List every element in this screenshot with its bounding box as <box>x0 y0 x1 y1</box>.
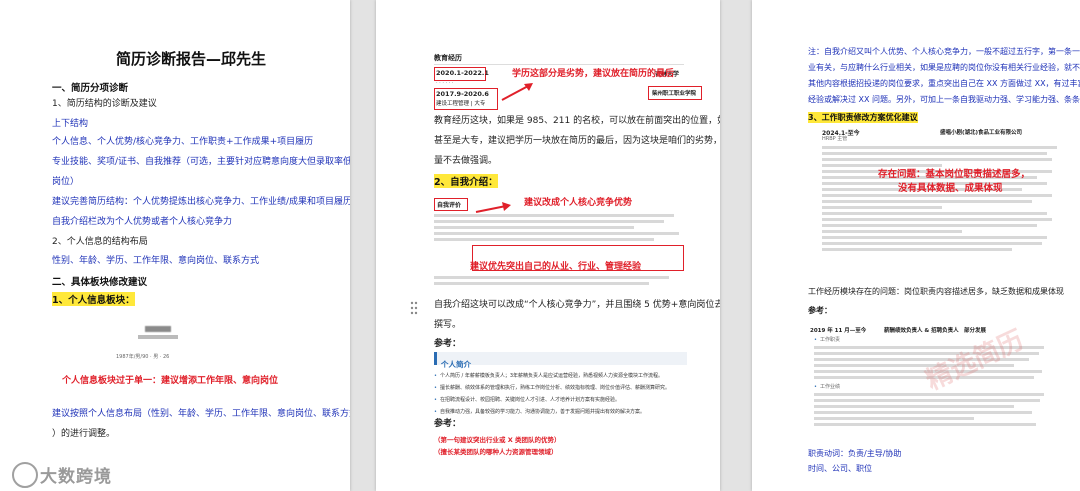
arrow-icon <box>501 83 533 101</box>
section-heading-2: 二、具体板块修改建议 <box>52 277 148 288</box>
problem-note-1: 存在问题：基本岗位职责描述居多， <box>878 169 1031 180</box>
edu2-major: 建设工程管理 | 大专 <box>436 101 486 107</box>
red-hint-2: （擅长某类团队的哪种人力资源管理领域） <box>434 448 558 456</box>
text-adjust-a: 建议按照个人信息布局（性别、年龄、学历、工作年限、意向岗位、联系方式 <box>52 408 350 420</box>
perf-title-text: 工作业绩 <box>814 384 840 390</box>
red-hint-1: （第一句建议突出行业或 X 类团队的优势） <box>434 436 561 444</box>
blurred-self-text-2 <box>434 276 684 288</box>
drag-handle-icon[interactable] <box>410 300 418 319</box>
text-top-down: 上下结构 <box>52 119 89 129</box>
note-line-a: 注：自我介绍又叫个人优势、个人核心竞争力，一般不超过五行字，第一条一定是和行 <box>808 47 1080 56</box>
duties-title: 工作职责 <box>814 337 840 344</box>
subheading-layout: 2、个人信息的结构布局 <box>52 237 148 247</box>
time-label: 时间、公司、职位 <box>808 464 872 473</box>
self-tag: 自我评价 <box>437 202 462 209</box>
red-note-edu: 学历这部分是劣势，建议放在简历的最后 <box>512 69 675 79</box>
problem-note-2: 没有具体数据、成果体现 <box>898 183 1003 194</box>
duty-verb-label: 职责动词：负责/主导/协助 <box>808 449 902 458</box>
profile-section-bar: 个人简介 <box>434 352 687 369</box>
blurred-self-text <box>434 214 684 244</box>
profile-bullet: 自我推动力强，具备较强的学习能力、沟通协调能力，善于发掘问题并提出有效的解决方案… <box>434 406 670 418</box>
job2-date: 2019 年 11 月—至今 <box>810 328 867 334</box>
section-heading-1: 一、简历分项诊断 <box>52 83 129 94</box>
document-page-1: 简历诊断报告—邱先生 一、简历分项诊断 1、简历结构的诊断及建议 上下结构 个人… <box>0 0 350 491</box>
text-structure-seq: 个人信息、个人优势/核心竞争力、工作职责+工作成果+项目履历 <box>52 137 314 147</box>
blurred-perf <box>814 393 1054 429</box>
avatar-block <box>136 326 180 356</box>
red-note-core: 建议改成个人核心竞争优势 <box>524 198 633 208</box>
profile-title: 个人简介 <box>441 360 471 369</box>
subheading-duties: 3、工作职责修改方案优化建议 <box>808 112 918 123</box>
ref-label-3: 参考： <box>808 306 832 315</box>
edu2-school: 柴州职工职业学院 <box>652 91 697 97</box>
job2-role: 薪酬绩效负责人 & 招聘负责人 <box>884 328 959 334</box>
profile-bullet: 擅长薪酬、绩效体系的管理和执行，熟练工作岗位分析、绩效指标梳理、岗位价值评估、薪… <box>434 382 670 394</box>
note-line-b: 业有关，与应聘什么行业相关，如果是应聘的岗位你没有相关行业经验，就不突出行业。 <box>808 63 1080 72</box>
para2-line2: 撰写。 <box>434 320 462 330</box>
redacted-name <box>145 326 171 332</box>
subheading-self-intro: 2、自我介绍： <box>434 174 498 188</box>
text-adjust-b: ）的进行调整。 <box>52 429 116 439</box>
text-structure-seq3: 岗位） <box>52 177 80 187</box>
text-layout: 性别、年龄、学历、工作年限、意向岗位、联系方式 <box>52 256 260 266</box>
profile-bullet: 在招聘流程设计、校园招聘、关键岗位人才引进、人才培养计划方案有实施经验。 <box>434 394 670 406</box>
page-title: 简历诊断报告—邱先生 <box>116 50 267 68</box>
para1-line2: 甚至是大专，建议把学历一块放在简历的最后，因为这块是咱们的劣势，被费尽 <box>434 136 720 146</box>
brand-logo-text: 大数跨境 <box>40 467 112 487</box>
para1-line3: 量不去做强调。 <box>434 156 498 166</box>
para1-line1: 教育经历这块，如果是 985、211 的名校，可以放在前面突出的位置，如果不是 <box>434 116 720 126</box>
red-note-highlight: 建议优先突出自己的从业、行业、管理经验 <box>470 262 642 272</box>
document-page-3: 注：自我介绍又叫个人优势、个人核心竞争力，一般不超过五行字，第一条一定是和行 业… <box>752 0 1080 491</box>
edu1-date: 2020.1-2022.1 <box>436 69 489 77</box>
edu1-sub: · · · · · · <box>436 80 454 86</box>
profile-bullets: 个人简历 / 年薪薪模板负责人；3年薪精负责人是应试运营经验，熟悉视频人力资源全… <box>434 370 670 418</box>
red-note-personal: 个人信息板块过于单一：建议增添工作年限、意向岗位 <box>62 376 279 386</box>
edu-title: 教育经历 <box>434 54 462 62</box>
job-role: HRBP 主管 <box>822 136 848 142</box>
avatar-subline: 1987年/男/90 · 男 · 26 <box>116 354 170 360</box>
perf-title: 工作业绩 <box>814 384 840 391</box>
subheading-structure: 1、简历结构的诊断及建议 <box>52 99 157 109</box>
para2-line1: 自我介绍这块可以改成“个人核心竞争力”，并且围绕 5 优势+意向岗位去进行 <box>434 300 720 310</box>
text-suggest-2: 自我介绍栏改为个人优势或者个人核心竞争力 <box>52 217 233 227</box>
note-line-c: 其他内容根据招投递的岗位要求，重点突出自己在 XX 方面做过 XX，有过丰富的实… <box>808 79 1080 88</box>
ref-label-2: 参考： <box>434 419 462 429</box>
text-suggest-1: 建议完善简历结构：个人优势提炼出核心竞争力、工作业绩/成果和项目履历、 <box>52 197 350 207</box>
divider <box>434 64 684 65</box>
edu2-date: 2017.9-2020.6 <box>436 90 489 98</box>
adjust-text: 建议按照个人信息布局（性别、年龄、学历、工作年限、意向岗位、联系方式 <box>52 409 350 419</box>
text-structure-seq2: 专业技能、奖项/证书、自我推荐（可选，主要针对应聘意向度大但录取率低的 <box>52 157 350 167</box>
note-line-d: 经验或解决过 XX 问题。另外，可加上一条自我驱动力强、学习能力强、条条业务。 <box>808 95 1080 104</box>
document-page-2: 教育经历 2020.1-2022.1 · · · · · · 吉林大学 2017… <box>376 0 720 491</box>
redacted-line <box>138 335 178 339</box>
profile-bullet: 个人简历 / 年薪薪模板负责人；3年薪精负责人是应试运营经验，熟悉视频人力资源全… <box>434 370 670 382</box>
ref-label: 参考： <box>434 339 462 349</box>
duties-title-text: 工作职责 <box>814 337 840 343</box>
blurred-job-text <box>822 146 1062 254</box>
job-company: 盛唱小剧(湖北)食品工业有限公司 <box>940 130 1023 136</box>
subheading-personal-info: 1、个人信息板块： <box>52 292 135 306</box>
brand-logo-icon <box>12 462 38 488</box>
summary-text: 工作经历模块存在的问题：岗位职责内容描述居多，缺乏数据和成果体现 <box>808 287 1064 296</box>
